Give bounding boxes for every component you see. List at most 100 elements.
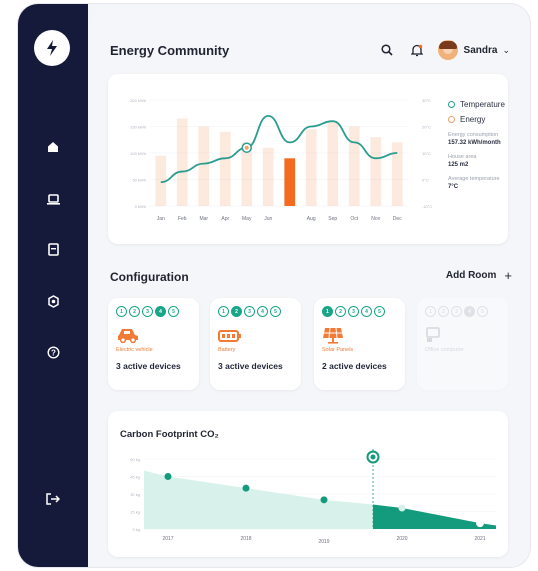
app-window: ? Energy Community Sandra ⌄ 0 kWh 50 kWh 1… [18,4,530,567]
y-tick-label: 0 kg [132,527,140,532]
device-name: Office computer [425,347,464,353]
stat-energy-consumption: Energy consumption 157.32 kWh/month [448,132,528,146]
energy-bar [198,126,210,206]
device-name: Solar Panels [322,347,354,353]
room-selector: 1 2 3 4 5 [116,306,191,317]
y2-tick-label: 30°C [422,98,431,103]
room-dot[interactable]: 4 [464,306,475,317]
temperature-line [160,114,398,184]
y-tick-label: 15 kg [130,510,140,515]
y-tick-label: 45 kg [130,475,140,480]
energy-bar [391,142,403,206]
x-tick-label: May [242,216,252,222]
room-dot[interactable]: 3 [142,306,153,317]
energy-chart-card: 0 kWh 50 kWh 100 kWh 150 kWh 200 kWh -10°C 0°C… [108,74,508,244]
legend-energy-label: Energy [460,115,486,124]
room-dot[interactable]: 2 [129,306,140,317]
energy-bar [305,129,317,206]
x-tick-label: 2020 [396,536,407,542]
stat-value: 125 m2 [448,162,469,168]
room-dot[interactable]: 5 [168,306,179,317]
device-count: 3 active devices [116,361,181,371]
x-tick-label: Feb [178,216,187,222]
svg-text:?: ? [51,348,56,357]
room-selector: 1 2 3 4 5 [218,306,293,317]
device-card-battery[interactable]: 1 2 3 4 5 Battery 3 active devices [210,298,301,390]
room-dot[interactable]: 3 [244,306,255,317]
room-dot[interactable]: 2 [231,306,242,317]
user-menu[interactable]: Sandra ⌄ [437,40,510,60]
energy-bar [284,158,296,206]
settings-icon[interactable] [43,291,63,311]
room-dot[interactable]: 1 [322,306,333,317]
room-dot[interactable]: 1 [218,306,229,317]
help-icon[interactable]: ? [43,342,63,362]
x-tick-label: Apr [221,216,229,222]
x-tick-label: 2018 [240,536,251,542]
room-dot[interactable]: 4 [257,306,268,317]
room-dot[interactable]: 5 [374,306,385,317]
legend-temperature: Temperature [448,100,528,109]
device-card-electric-vehicle[interactable]: 1 2 3 4 5 Electric vehicle 3 active devi… [108,298,199,390]
logout-icon[interactable] [43,489,63,509]
y-tick-label: 60 kg [130,457,140,462]
legend-energy: Energy [448,115,528,124]
room-dot[interactable]: 2 [438,306,449,317]
room-dot[interactable]: 5 [477,306,488,317]
device-name: Electric vehicle [116,347,153,353]
add-room-button[interactable]: Add Room + [446,268,512,283]
energy-bar [370,137,382,206]
y-tick-label: 150 kWh [130,125,146,130]
stat-label: House area [448,154,477,160]
user-name: Sandra [463,44,498,56]
avatar [437,40,458,60]
current-marker-dot [370,454,376,460]
carbon-point [164,473,172,480]
room-dot[interactable]: 4 [361,306,372,317]
carbon-point [320,496,328,504]
y-tick-label: 50 kWh [132,178,146,183]
main-content: Energy Community Sandra ⌄ 0 kWh 50 kWh 100… [88,4,530,567]
room-dot[interactable]: 1 [425,306,436,317]
carbon-point [476,519,484,528]
tablet-icon[interactable] [43,239,63,259]
battery-icon [218,326,293,344]
carbon-chart: 0 kg 15 kg 30 kg 45 kg 60 kg 2017 2018 2019 2020… [130,449,496,545]
sidebar: ? [18,4,88,567]
carbon-footprint-card: Carbon Footprint CO₂ 0 kg 15 kg 30 kg 45 kg… [108,411,508,557]
y-tick-label: 30 kg [130,492,140,497]
x-tick-label: Mar [199,216,208,222]
stat-value: 157.32 kWh/month [448,140,501,146]
room-dot[interactable]: 5 [270,306,281,317]
room-dot[interactable]: 4 [155,306,166,317]
x-tick-label: 2019 [318,539,329,545]
solar-panel-icon [322,326,397,344]
stat-label: Energy consumption [448,132,499,138]
chevron-down-icon: ⌄ [502,44,510,55]
x-tick-label: Jun [264,216,272,222]
stat-average-temperature: Average temperature 7°C [448,176,528,190]
notification-bell-icon[interactable] [408,41,426,59]
temperature-marker-inner [244,145,249,150]
y-tick-label: 0 kWh [135,204,146,209]
room-dot[interactable]: 3 [451,306,462,317]
carbon-point [398,504,406,512]
laptop-icon[interactable] [43,189,63,209]
room-dot[interactable]: 1 [116,306,127,317]
room-selector: 1 2 3 4 5 [322,306,397,317]
x-tick-label: Sep [328,216,337,222]
room-dot[interactable]: 2 [335,306,346,317]
x-tick-label: Dec [393,216,402,222]
x-tick-label: Nov [371,216,380,222]
device-card-solar-panels[interactable]: 1 2 3 4 5 Solar Panels 2 active devices [314,298,405,390]
add-room-label: Add Room [445,270,497,281]
home-icon[interactable] [43,137,63,157]
search-icon[interactable] [378,41,396,59]
device-card-office-computer[interactable]: 1 2 3 4 5 Office computer [417,298,508,390]
y2-tick-label: 0°C [422,178,429,183]
energy-bar [262,147,274,206]
y-tick-label: 200 kWh [130,98,146,103]
device-count: 3 active devices [218,361,283,371]
app-logo[interactable] [34,30,70,66]
room-dot[interactable]: 3 [348,306,359,317]
